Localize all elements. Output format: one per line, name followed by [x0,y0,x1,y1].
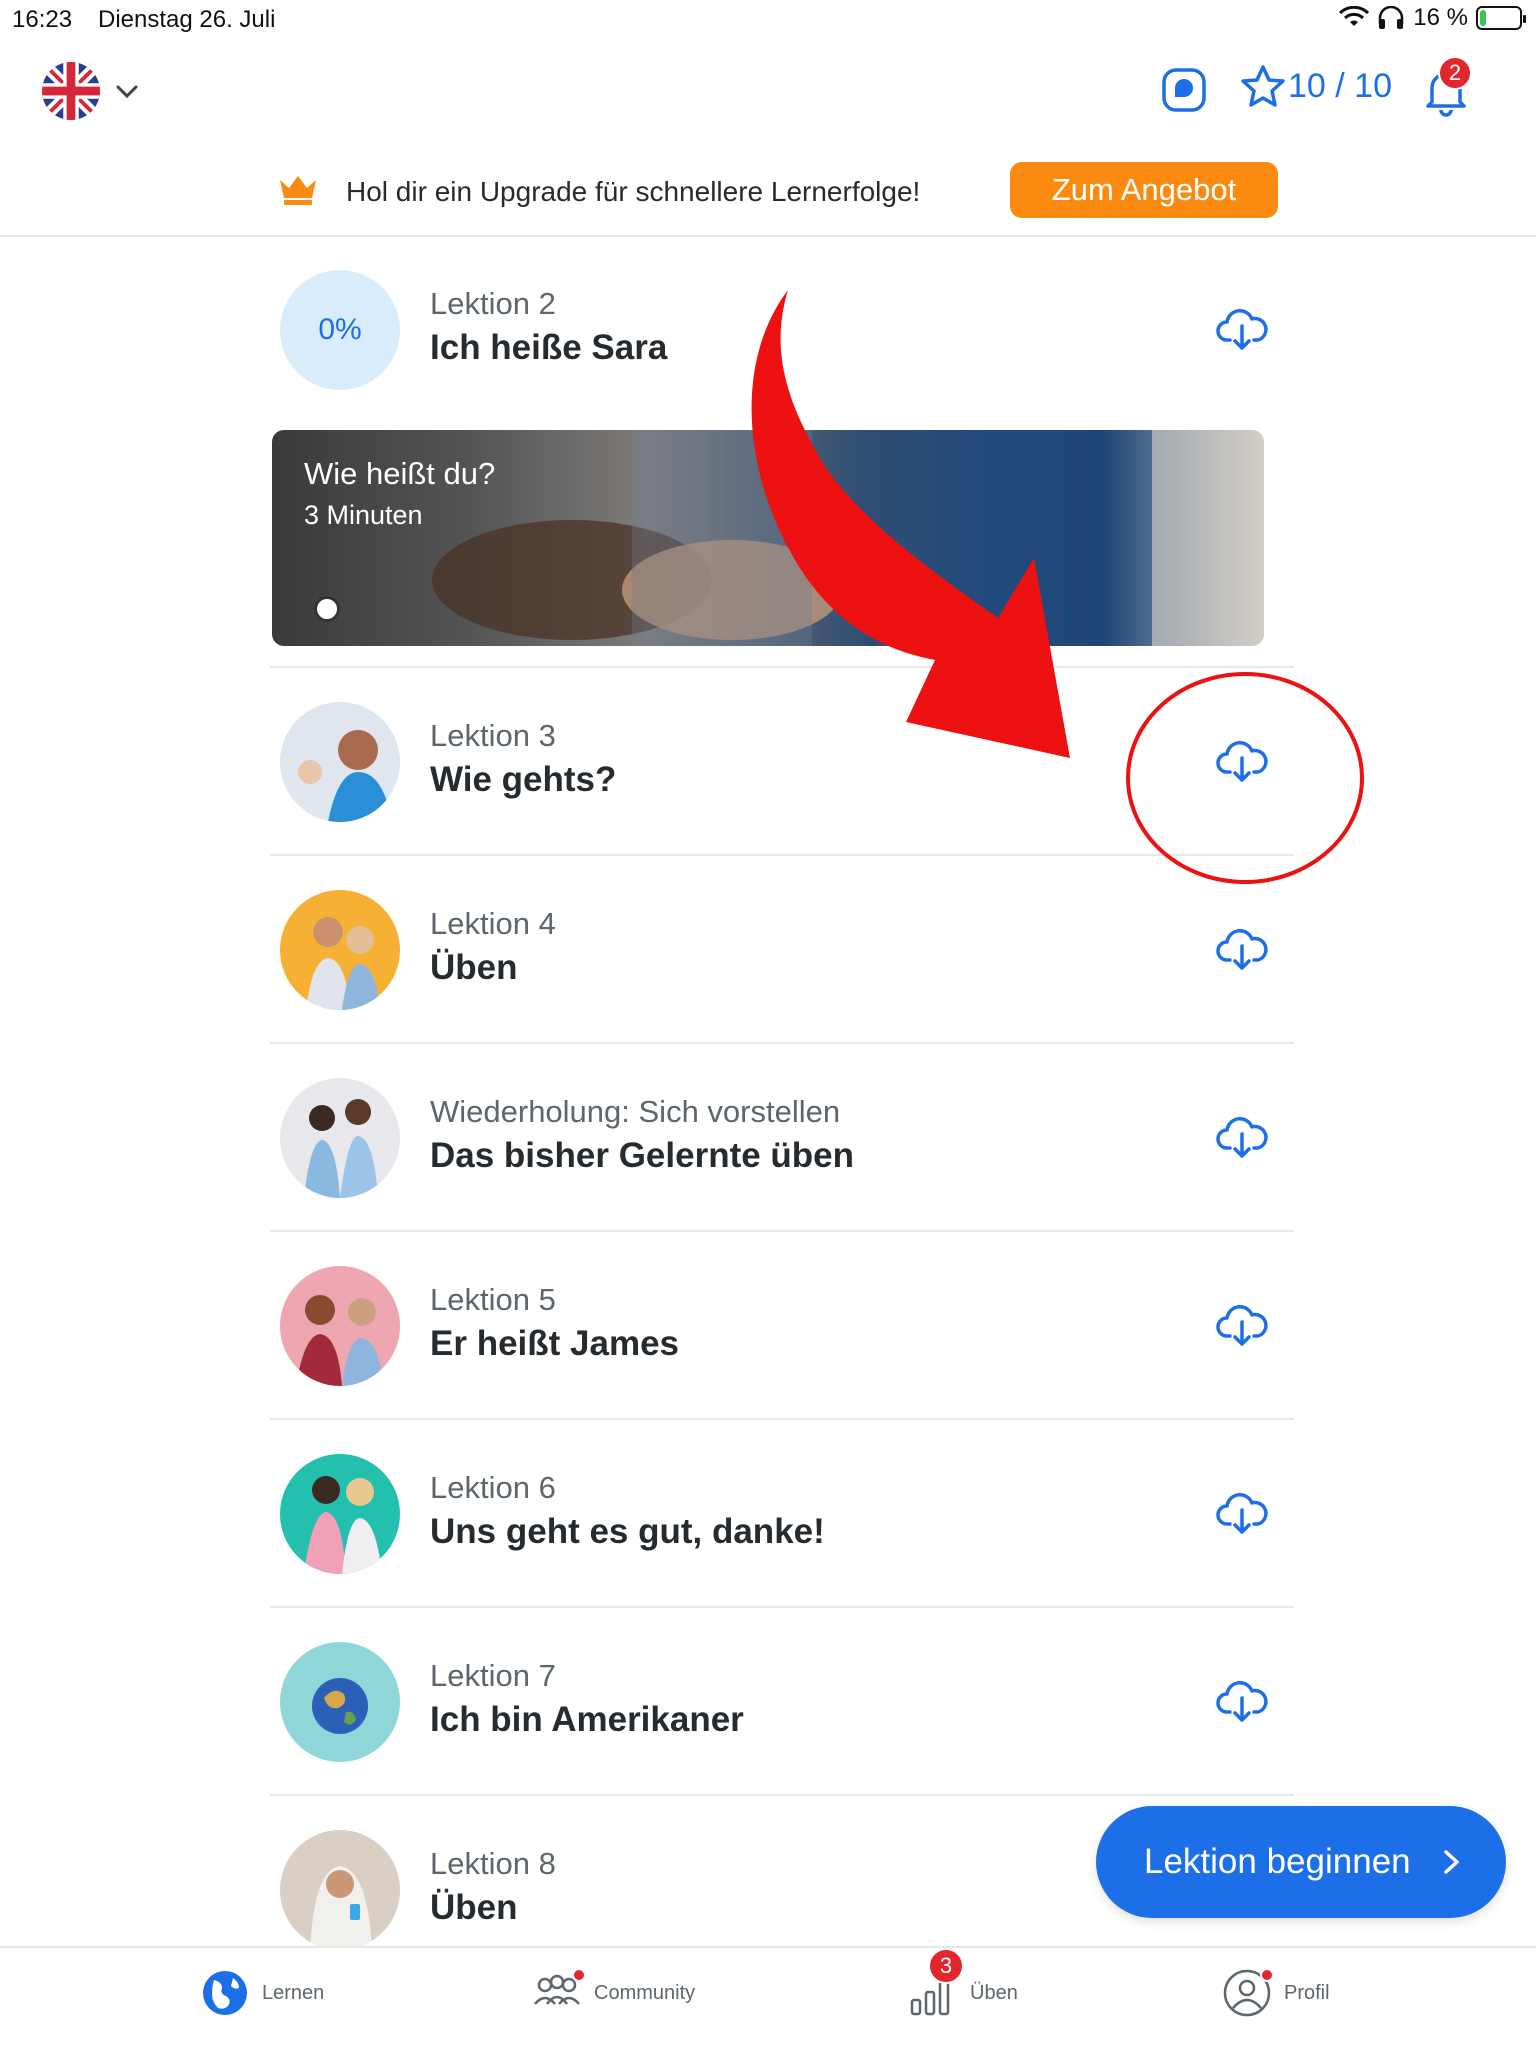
upgrade-text: Hol dir ein Upgrade für schnellere Lerne… [346,176,921,207]
cloud-download-icon[interactable] [1216,738,1268,784]
stars-value: 10 / 10 [1288,66,1392,105]
lesson-avatar [280,1078,400,1198]
lesson-avatar [280,1454,400,1574]
lesson-row[interactable]: Lektion 3 Wie gehts? [270,668,1294,856]
nav-item-practice[interactable]: 3 Üben [908,1948,1018,2018]
lesson-title: Er heißt James [430,1324,679,1363]
lesson-subtitle: Wiederholung: Sich vorstellen [430,1094,841,1129]
lesson-subtitle: Lektion 5 [430,1282,556,1317]
offer-button[interactable]: Zum Angebot [1010,162,1278,218]
practice-badge: 3 [928,1948,964,1984]
lesson-row[interactable]: Wiederholung: Sich vorstellen Das bisher… [270,1044,1294,1232]
notification-dot [1260,1968,1274,1982]
crown-icon [280,176,316,205]
cloud-download-icon[interactable] [1216,926,1268,972]
nav-item-community[interactable]: Community [532,1968,695,2018]
battery-percent: 16 % [1413,4,1468,31]
lesson-row[interactable]: Lektion 7 Ich bin Amerikaner [270,1608,1294,1796]
lesson-list: 0% Lektion 2 Ich heiße Sara Wie heißt du… [270,236,1294,1984]
headphones-icon [1379,6,1404,29]
progress-circle: 0% [280,270,400,390]
bar-chart-icon: 3 [908,1948,964,2018]
nav-label: Lernen [262,1981,325,2004]
lesson-row[interactable]: Lektion 5 Er heißt James [270,1232,1294,1420]
lesson-subtitle: Lektion 4 [430,906,556,941]
nav-label: Üben [970,1981,1018,2004]
lesson-subtitle: Lektion 6 [430,1470,556,1505]
notification-dot [572,1968,586,1982]
progress-value: 0% [318,313,362,346]
lesson-row[interactable]: 0% Lektion 2 Ich heiße Sara Wie heißt du… [270,236,1294,668]
lesson-avatar [280,1266,400,1386]
cloud-download-icon[interactable] [1216,1678,1268,1724]
battery-icon [1476,6,1526,30]
globe-icon [203,1971,247,2015]
lesson-row[interactable]: Lektion 6 Uns geht es gut, danke! [270,1420,1294,1608]
lesson-subtitle: Lektion 7 [430,1658,556,1693]
stars-counter[interactable]: 10 / 10 [1240,64,1392,108]
status-time: 16:23 [12,6,73,33]
start-lesson-label: Lektion beginnen [1144,1842,1411,1881]
lesson-avatar [280,1642,400,1762]
lesson-subtitle: Lektion 3 [430,718,556,753]
status-indicators: 16 % [1339,4,1526,32]
lesson-subtitle: Lektion 2 [430,286,556,321]
lesson-subtitle: Lektion 8 [430,1846,556,1881]
nav-item-learn[interactable]: Lernen [200,1968,324,2018]
star-icon [1241,65,1285,107]
cloud-download-icon[interactable] [1216,1114,1268,1160]
cloud-download-icon[interactable] [1216,1302,1268,1348]
nav-item-profile[interactable]: Profil [1222,1968,1330,2018]
lesson-avatar [280,702,400,822]
lesson-title: Uns geht es gut, danke! [430,1512,825,1551]
cloud-download-icon[interactable] [1216,1490,1268,1536]
video-title: Wie heißt du? [304,456,496,491]
community-icon [532,1968,586,2018]
lesson-title: Üben [430,948,518,987]
lesson-title: Wie gehts? [430,760,617,799]
start-lesson-button[interactable]: Lektion beginnen [1096,1806,1506,1918]
cloud-download-icon[interactable] [1216,306,1268,352]
chevron-down-icon [116,85,138,99]
lesson-title: Üben [430,1888,518,1927]
profile-icon [1222,1968,1274,2018]
upgrade-banner: Hol dir ein Upgrade für schnellere Lerne… [0,160,1536,234]
bottom-nav: Lernen Community 3 Üben Profil [0,1946,1536,2048]
pager-dot [314,596,340,622]
lesson-title: Ich bin Amerikaner [430,1700,744,1739]
chevron-right-icon [1443,1850,1459,1874]
nav-label: Community [594,1981,696,2004]
video-card[interactable]: Wie heißt du? 3 Minuten [272,430,1264,646]
status-date: Dienstag 26. Juli [98,6,276,33]
video-duration: 3 Minuten [304,500,423,530]
lesson-title: Das bisher Gelernte üben [430,1136,855,1175]
wifi-icon [1339,6,1370,26]
lesson-row[interactable]: Lektion 4 Üben [270,856,1294,1044]
chat-icon[interactable] [1160,66,1208,114]
top-header: 10 / 10 2 [0,40,1536,170]
lesson-avatar [280,1830,400,1950]
nav-label: Profil [1284,1981,1330,2004]
lesson-avatar [280,890,400,1010]
notification-badge: 2 [1438,56,1472,90]
language-selector[interactable] [42,62,142,120]
status-bar: 16:23 Dienstag 26. Juli 16 % [0,0,1536,40]
uk-flag-icon [42,62,100,120]
lesson-title: Ich heiße Sara [430,328,668,367]
